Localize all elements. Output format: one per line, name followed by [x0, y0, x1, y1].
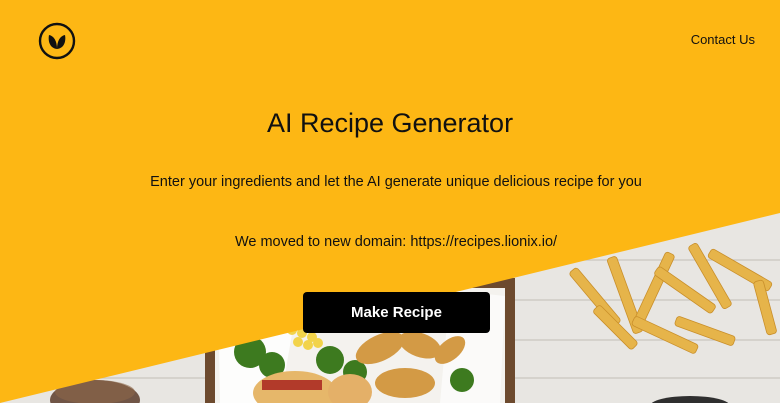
make-recipe-button[interactable]: Make Recipe [303, 292, 490, 333]
hero-background-band [0, 0, 780, 403]
domain-notice: We moved to new domain: https://recipes.… [234, 234, 558, 250]
page: Contact Us AI Recipe Generator Enter you… [0, 0, 780, 403]
leaf-icon [38, 22, 76, 60]
logo[interactable] [38, 22, 76, 60]
hero-subtitle: Enter your ingredients and let the AI ge… [150, 174, 642, 190]
contact-us-link[interactable]: Contact Us [691, 32, 755, 47]
page-title: AI Recipe Generator [266, 108, 514, 138]
